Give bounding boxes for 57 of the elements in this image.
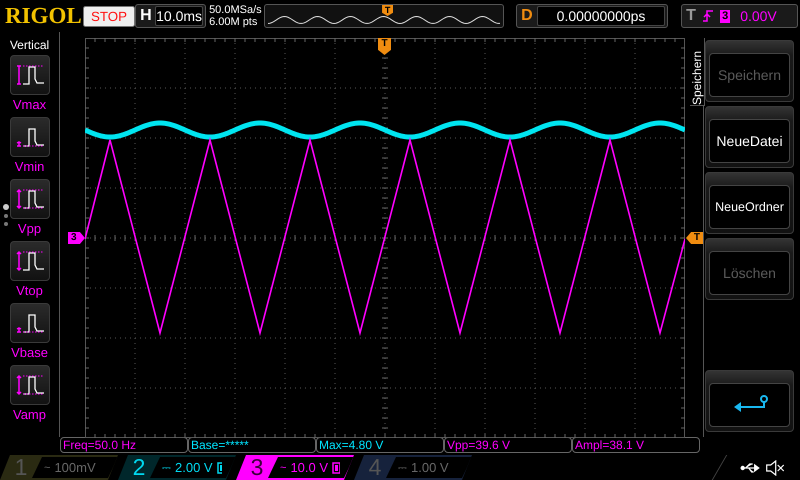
measure-label: Vmax: [12, 97, 46, 112]
measure-button[interactable]: [10, 241, 50, 281]
trigger-position-marker[interactable]: T: [378, 38, 391, 55]
channel-scale: 2.00 V: [175, 460, 213, 475]
coupling-symbol: ~: [280, 462, 286, 474]
usb-icon: [740, 462, 762, 474]
channel-tab[interactable]: 2 ⎓ 2.00 V: [118, 455, 236, 480]
measure-button[interactable]: [10, 117, 50, 157]
channel-marker[interactable]: 3: [68, 232, 85, 244]
timebase-control[interactable]: H 10.0ms: [135, 4, 206, 28]
measure-label: Vmin: [14, 159, 44, 174]
trigger-label: T: [686, 7, 697, 25]
delay-control[interactable]: D 0.00000000ps: [516, 4, 668, 28]
rising-edge-icon: [702, 9, 714, 23]
delay-label: D: [521, 7, 534, 25]
measurement-readout: Ampl=38.1 V: [572, 437, 700, 453]
menu-button[interactable]: NeueOrdner: [705, 172, 794, 234]
channel-scale: 10.0 V: [290, 460, 328, 475]
measure-button[interactable]: [10, 365, 50, 405]
memory-depth: 6.00M pts: [209, 16, 258, 28]
trigger-level: 0.00V: [740, 8, 777, 24]
coupling-symbol: ⎓: [398, 462, 407, 474]
page-indicator-icon: [2, 204, 10, 228]
measure-label: Vbase: [11, 345, 48, 360]
measurement-readout: Freq=50.0 Hz: [60, 437, 188, 453]
brand-logo: RIGOL: [5, 3, 80, 29]
channel-scale: 100mV: [54, 460, 96, 475]
back-button[interactable]: [705, 370, 794, 432]
channel-tab[interactable]: 3 ~ 10.0 V: [236, 455, 354, 480]
trigger-level-marker[interactable]: T: [686, 232, 703, 244]
mute-speaker-icon: [766, 460, 786, 476]
bandwidth-icon: [332, 462, 340, 474]
measure-button[interactable]: [10, 303, 50, 343]
coupling-symbol: ⎓: [162, 462, 171, 474]
measure-label: Vpp: [18, 221, 42, 236]
channel-tab[interactable]: 1 ~ 100mV: [0, 455, 118, 480]
channel-tab[interactable]: 4 ⎓ 1.00 V: [354, 455, 472, 480]
trigger-marker: T: [382, 5, 394, 16]
measurement-readout: Max=4.80 V: [316, 437, 444, 453]
channel-scale: 1.00 V: [411, 460, 449, 475]
measure-label: Vamp: [13, 407, 46, 422]
coupling-symbol: ~: [44, 462, 50, 474]
measure-button[interactable]: [10, 179, 50, 219]
measurement-readout: Base=*****: [188, 437, 316, 453]
trigger-source: 3: [720, 10, 730, 22]
timebase-value: 10.0ms: [155, 6, 204, 26]
menu-tab[interactable]: Speichern: [690, 38, 705, 106]
measure-button[interactable]: [10, 55, 50, 95]
measure-label: Vtop: [16, 283, 43, 298]
sample-rate: 50.0MSa/s: [209, 4, 263, 16]
panel-title: Vertical: [8, 38, 50, 52]
bandwidth-icon: [216, 462, 222, 474]
menu-button[interactable]: NeueDatei: [705, 106, 794, 168]
measurement-readout: Vpp=39.6 V: [444, 437, 572, 453]
timebase-label: H: [140, 7, 153, 25]
delay-value: 0.00000000ps: [537, 6, 666, 26]
trigger-control[interactable]: T 3 0.00V: [681, 4, 798, 28]
